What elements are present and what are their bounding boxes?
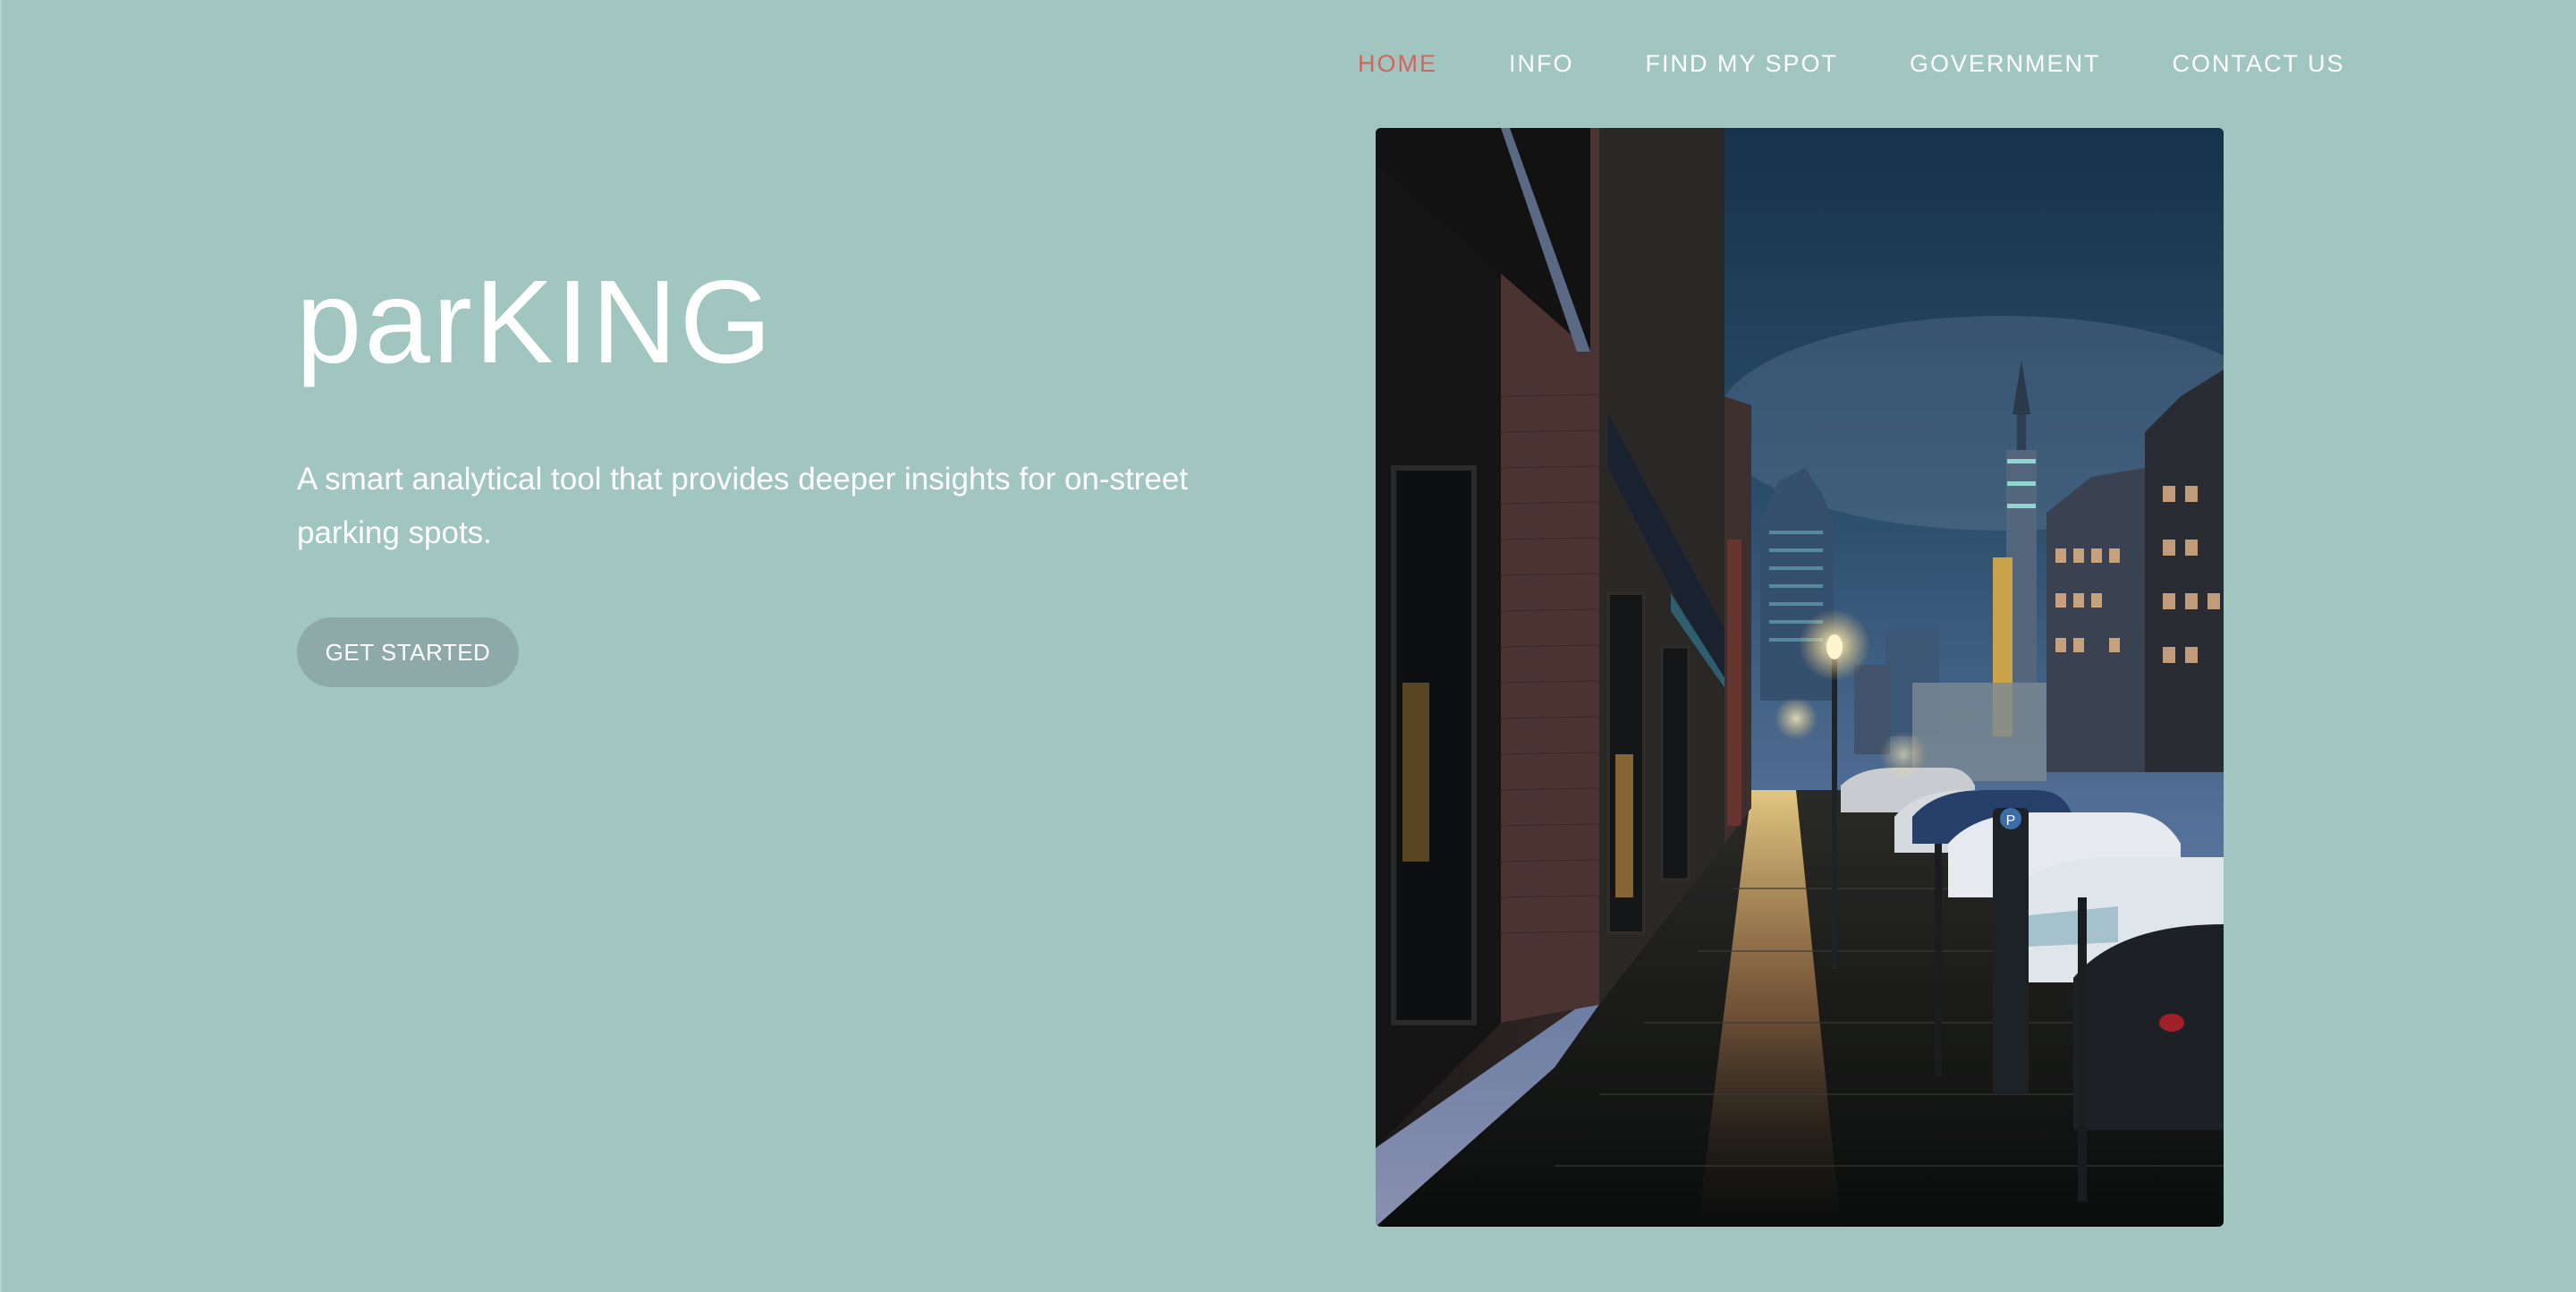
nav-info-link[interactable]: INFO xyxy=(1509,48,1574,79)
hero-photo: P xyxy=(1376,128,2224,1227)
night-street-illustration: P xyxy=(1376,128,2224,1227)
parking-sign-letter: P xyxy=(2006,813,2016,829)
hero-title: parKING xyxy=(296,256,775,387)
nav-contact-us-link[interactable]: CONTACT US xyxy=(2173,48,2345,79)
hero-description: A smart analytical tool that provides de… xyxy=(297,462,1189,550)
nav-find-my-spot-link[interactable]: FIND MY SPOT xyxy=(1646,48,1839,79)
nav-home-link[interactable]: HOME xyxy=(1358,48,1437,79)
page: HOME INFO FIND MY SPOT GOVERNMENT CONTAC… xyxy=(0,0,2576,1292)
main-nav: HOME INFO FIND MY SPOT GOVERNMENT CONTAC… xyxy=(1358,48,2345,79)
get-started-button[interactable]: GET STARTED xyxy=(297,617,519,687)
nav-government-link[interactable]: GOVERNMENT xyxy=(1910,48,2101,79)
